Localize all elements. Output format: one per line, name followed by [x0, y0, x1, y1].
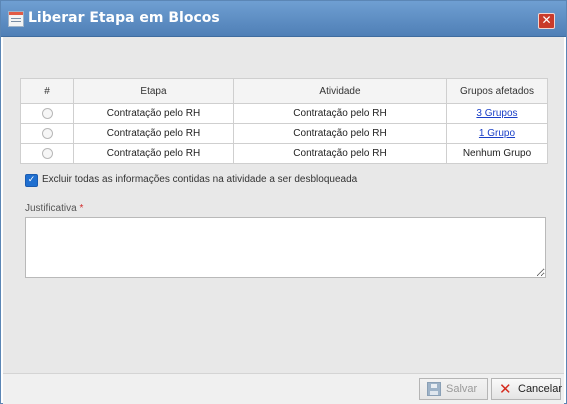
save-button-label: Salvar [446, 383, 478, 395]
row-select-radio[interactable] [41, 147, 53, 159]
table-row: Contratação pelo RH Contratação pelo RH … [20, 123, 548, 144]
cell-grupos-afetados: Nenhum Grupo [446, 143, 548, 164]
cell-atividade: Contratação pelo RH [233, 143, 447, 164]
dialog-title: Liberar Etapa em Blocos [28, 10, 220, 26]
cell-atividade: Contratação pelo RH [233, 123, 447, 144]
column-header-etapa[interactable]: Etapa [73, 78, 234, 104]
cancel-button[interactable]: ✕ Cancelar [491, 378, 563, 400]
floppy-disk-icon [427, 382, 441, 396]
cell-atividade: Contratação pelo RH [233, 103, 447, 124]
x-icon: ✕ [499, 380, 512, 398]
cell-etapa: Contratação pelo RH [73, 103, 234, 124]
form-icon [8, 11, 24, 27]
table-header-row: # Etapa Atividade Grupos afetados [20, 78, 548, 104]
grupos-link[interactable]: 3 Grupos [476, 108, 517, 119]
dialog-window: Liberar Etapa em Blocos ✕ # Etapa Ativid… [0, 0, 567, 404]
cell-etapa: Contratação pelo RH [73, 123, 234, 144]
dialog-content: # Etapa Atividade Grupos afetados Contra… [3, 37, 564, 373]
column-header-grupos-afetados[interactable]: Grupos afetados [446, 78, 548, 104]
excluir-label[interactable]: Excluir todas as informações contidas na… [42, 174, 357, 185]
etapas-table: # Etapa Atividade Grupos afetados Contra… [20, 78, 548, 164]
table-row: Contratação pelo RH Contratação pelo RH … [20, 103, 548, 124]
justificativa-label: Justificativa * [25, 203, 84, 214]
cell-etapa: Contratação pelo RH [73, 143, 234, 164]
close-icon[interactable]: ✕ [538, 13, 555, 29]
grupos-link[interactable]: 1 Grupo [479, 128, 515, 139]
row-select-radio[interactable] [41, 107, 53, 119]
row-select-radio[interactable] [41, 127, 53, 139]
required-marker: * [79, 203, 84, 214]
table-row: Contratação pelo RH Contratação pelo RH … [20, 143, 548, 164]
dialog-footer: Salvar ✕ Cancelar [3, 373, 564, 404]
dialog-titlebar[interactable]: Liberar Etapa em Blocos ✕ [1, 1, 566, 37]
justificativa-textarea[interactable] [25, 217, 546, 278]
column-header-atividade[interactable]: Atividade [233, 78, 447, 104]
excluir-checkbox[interactable]: ✓ [25, 174, 38, 187]
column-header-number[interactable]: # [20, 78, 74, 104]
cancel-button-label: Cancelar [518, 383, 563, 395]
save-button[interactable]: Salvar [419, 378, 488, 400]
